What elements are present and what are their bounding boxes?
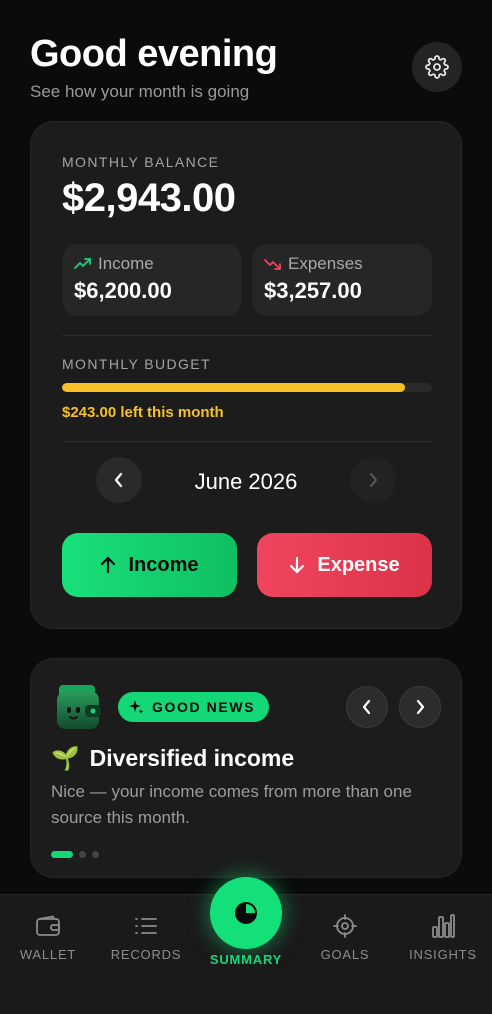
settings-button[interactable] <box>412 42 462 92</box>
gear-icon <box>425 55 449 79</box>
expenses-value: $3,257.00 <box>264 278 362 303</box>
tab-insights[interactable]: INSIGHTS <box>398 913 488 962</box>
income-value: $6,200.00 <box>74 278 172 303</box>
prev-insight-button[interactable] <box>346 686 388 728</box>
budget-label: MONTHLY BUDGET <box>62 356 211 372</box>
chevron-right-icon <box>416 699 425 715</box>
add-expense-label: Expense <box>317 553 400 576</box>
bottom-tab-bar: WALLET RECORDS SUMMARY GOALS INSIGHTS <box>0 877 492 1014</box>
tab-goals-label: GOALS <box>320 947 370 962</box>
header: Good evening See how your month is going <box>30 34 462 104</box>
list-icon <box>135 918 157 934</box>
tab-summary[interactable] <box>210 877 282 949</box>
wallet-mascot-icon <box>57 685 101 729</box>
next-insight-button[interactable] <box>399 686 441 728</box>
balance-card: MONTHLY BALANCE $2,943.00 Income $6,200.… <box>30 121 462 629</box>
chevron-right-icon <box>369 472 378 488</box>
budget-remaining: $243.00 left this month <box>62 404 224 421</box>
insight-body: Nice — your income comes from more than … <box>51 782 412 827</box>
pagination-dot[interactable] <box>79 851 86 858</box>
insight-title-text: Diversified income <box>89 745 295 771</box>
insight-title: 🌱 Diversified income <box>51 745 294 772</box>
arrow-up-icon <box>101 556 116 574</box>
tab-insights-label: INSIGHTS <box>409 947 477 962</box>
greeting-title: Good evening <box>30 33 278 75</box>
expenses-summary: Expenses $3,257.00 <box>252 244 432 316</box>
budget-progress-bar <box>62 383 432 392</box>
balance-label: MONTHLY BALANCE <box>62 154 220 170</box>
seedling-icon: 🌱 <box>51 745 80 771</box>
trend-up-icon <box>74 258 91 269</box>
tab-summary-label: SUMMARY <box>209 952 283 967</box>
income-summary: Income $6,200.00 <box>62 244 242 316</box>
divider <box>62 335 432 336</box>
add-expense-button[interactable]: Expense <box>257 533 432 597</box>
insight-card: GOOD NEWS 🌱 Diversified income Nice — yo… <box>30 658 462 878</box>
divider <box>62 441 432 442</box>
tab-wallet[interactable]: WALLET <box>3 913 93 962</box>
good-news-badge: GOOD NEWS <box>118 692 270 722</box>
tab-records-label: RECORDS <box>110 947 182 962</box>
pagination-dots <box>51 851 99 858</box>
month-navigator: June 2026 <box>96 457 396 503</box>
income-label: Income <box>98 254 154 273</box>
tab-wallet-label: WALLET <box>19 947 77 962</box>
bar-chart-icon <box>432 914 455 938</box>
badge-label: GOOD NEWS <box>152 699 256 715</box>
add-income-button[interactable]: Income <box>62 533 237 597</box>
pie-chart-icon <box>235 902 257 924</box>
trend-down-icon <box>264 259 281 270</box>
balance-amount: $2,943.00 <box>62 176 236 220</box>
next-month-button[interactable] <box>350 457 396 503</box>
tab-goals[interactable]: GOALS <box>300 913 390 962</box>
tab-records[interactable]: RECORDS <box>101 913 191 962</box>
sparkle-icon <box>129 700 144 714</box>
wallet-icon <box>36 915 60 936</box>
chevron-left-icon <box>362 699 371 715</box>
target-icon <box>333 914 357 938</box>
expenses-label: Expenses <box>288 254 363 273</box>
add-income-label: Income <box>128 553 199 576</box>
budget-progress-fill <box>62 383 405 392</box>
pagination-dot[interactable] <box>51 851 73 858</box>
arrow-down-icon <box>290 556 305 574</box>
greeting-subtitle: See how your month is going <box>30 82 250 101</box>
pagination-dot[interactable] <box>92 851 99 858</box>
